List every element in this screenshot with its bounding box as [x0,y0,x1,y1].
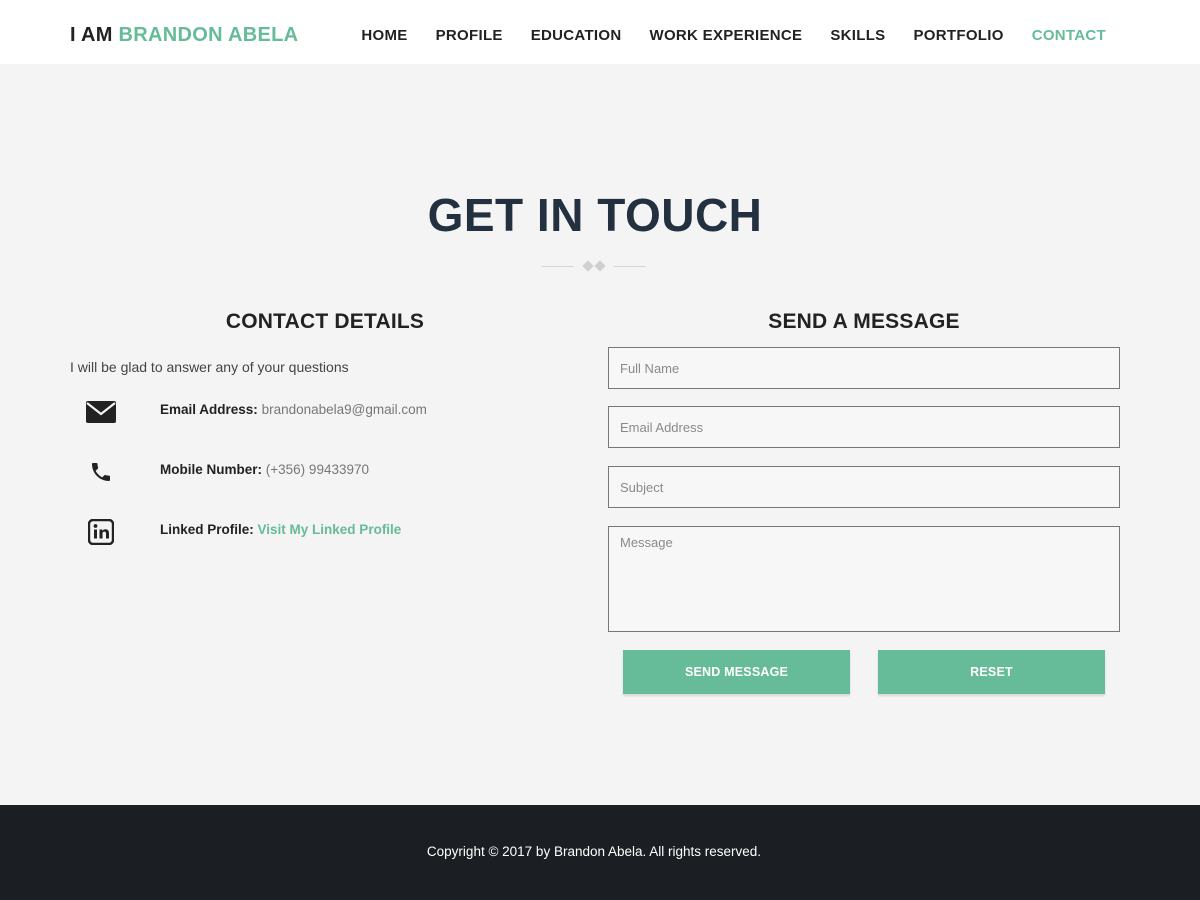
contact-details-title: CONTACT DETAILS [225,310,425,333]
mobile-label: Mobile Number: [160,462,263,477]
contact-email-row: Email Address: brandonabela9@gmail.com [70,401,580,431]
envelope-icon [86,399,116,425]
nav-profile[interactable]: PROFILE [436,27,503,44]
divider-line-left [542,266,574,267]
contact-mobile-row: Mobile Number: (+356) 99433970 [70,461,580,491]
divider-diamond-icon [582,260,594,272]
section-title: GET IN TOUCH [427,189,763,241]
linkedin-profile-link[interactable]: Visit My Linked Profile [258,522,402,537]
contact-mobile-text: Mobile Number: (+356) 99433970 [160,462,369,477]
full-name-input[interactable] [608,347,1120,389]
divider-line-right [614,266,646,267]
main-nav: HOME PROFILE EDUCATION WORK EXPERIENCE S… [333,27,1106,44]
nav-portfolio[interactable]: PORTFOLIO [913,27,1003,44]
email-value[interactable]: brandonabela9@gmail.com [262,402,427,417]
message-textarea[interactable] [608,526,1120,632]
contact-linkedin-text: Linked Profile: Visit My Linked Profile [160,522,401,537]
mobile-value[interactable]: (+356) 99433970 [266,462,369,477]
linkedin-icon[interactable] [86,519,116,545]
brand-prefix: I AM [70,24,119,46]
nav-work-experience[interactable]: WORK EXPERIENCE [649,27,802,44]
nav-contact[interactable]: CONTACT [1032,27,1106,44]
site-header: I AM BRANDON ABELA HOME PROFILE EDUCATIO… [0,0,1200,64]
contact-email-text: Email Address: brandonabela9@gmail.com [160,402,427,417]
brand-logo[interactable]: I AM BRANDON ABELA [70,24,298,47]
copyright-text: Copyright © 2017 by Brandon Abela. All r… [426,844,762,859]
email-address-input[interactable] [608,406,1120,448]
send-message-button[interactable]: SEND MESSAGE [623,650,850,694]
email-label: Email Address: [160,402,258,417]
divider-diamond-icon [594,260,606,272]
brand-name: BRANDON ABELA [118,24,299,46]
nav-home[interactable]: HOME [361,27,407,44]
title-divider [540,259,650,273]
nav-education[interactable]: EDUCATION [531,27,622,44]
nav-skills[interactable]: SKILLS [830,27,885,44]
subject-input[interactable] [608,466,1120,508]
contact-intro: I will be glad to answer any of your que… [70,359,349,375]
reset-button[interactable]: RESET [878,650,1105,694]
linkedin-label: Linked Profile: [160,522,254,537]
send-message-title: SEND A MESSAGE [768,310,960,333]
site-footer: Copyright © 2017 by Brandon Abela. All r… [0,805,1200,900]
phone-icon [86,459,116,485]
contact-linkedin-row: Linked Profile: Visit My Linked Profile [70,519,580,551]
